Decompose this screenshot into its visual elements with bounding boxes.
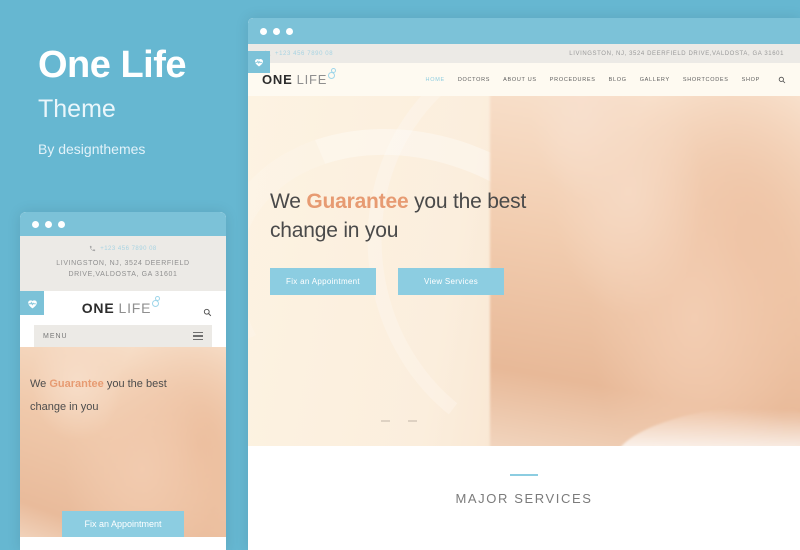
topbar-phone-text: +123 456 7890 08 — [275, 50, 334, 57]
mobile-menu-bar[interactable]: MENU — [34, 325, 212, 347]
mobile-heart-tab[interactable] — [20, 291, 44, 315]
desktop-site-header: ONE LIFE HOME DOCTORS ABOUT US PROCEDURE… — [248, 63, 800, 96]
site-logo[interactable]: ONE LIFE — [262, 68, 340, 87]
section-divider-rule — [510, 474, 538, 476]
window-dot-minimize[interactable] — [273, 27, 280, 35]
mobile-hero-headline-accent: Guarantee — [49, 378, 104, 390]
window-dot-maximize[interactable] — [286, 27, 293, 35]
search-icon — [203, 308, 212, 317]
phone-handset-icon — [90, 245, 96, 252]
mobile-window-dot-minimize[interactable] — [45, 220, 52, 228]
hero-button-group: Fix an Appointment View Services — [270, 267, 570, 295]
mobile-hero-headline: We Guarantee you the best change in you — [30, 373, 210, 419]
mobile-topbar-phone-text: +123 456 7890 08 — [100, 245, 157, 252]
hero-carousel-indicators — [381, 420, 417, 422]
mobile-hero-headline-post: you the best — [103, 378, 167, 390]
window-dot-close[interactable] — [260, 27, 267, 35]
mobile-topbar: +123 456 7890 08 LIVINGSTON, NJ, 3524 DE… — [20, 236, 226, 291]
mobile-hero-headline-line2: change in you — [30, 401, 99, 414]
nav-item-shortcodes[interactable]: SHORTCODES — [683, 77, 729, 83]
mobile-topbar-phone[interactable]: +123 456 7890 08 — [30, 245, 216, 252]
logo-word-one: ONE — [262, 72, 293, 87]
screenshot-root: One Life Theme By designthemes +123 456 … — [0, 0, 800, 550]
desktop-heart-tab[interactable] — [248, 51, 270, 73]
nav-item-gallery[interactable]: GALLERY — [640, 77, 670, 83]
topbar-address: LIVINGSTON, NJ, 3524 DEERFIELD DRIVE,VAL… — [569, 50, 784, 57]
carousel-dot-1[interactable] — [381, 420, 390, 422]
mobile-menu-label: MENU — [43, 332, 68, 340]
hero-headline-pre: We — [270, 190, 307, 213]
nav-item-home[interactable]: HOME — [426, 77, 445, 83]
major-services-title: MAJOR SERVICES — [455, 491, 593, 506]
promo-subtitle: Theme — [38, 94, 116, 123]
mobile-window-titlebar — [20, 212, 226, 236]
promo-title: One Life — [38, 44, 187, 86]
mobile-address-line-2: DRIVE,VALDOSTA, GA 31601 — [68, 270, 178, 278]
mobile-site-header: ONE LIFE — [20, 291, 226, 325]
search-icon — [778, 76, 786, 83]
mobile-hero-headline-pre: We — [30, 378, 50, 390]
mobile-browser-mockup: +123 456 7890 08 LIVINGSTON, NJ, 3524 DE… — [20, 212, 226, 550]
desktop-window-titlebar — [248, 18, 800, 44]
nav-item-procedures[interactable]: PROCEDURES — [550, 77, 596, 83]
mobile-fix-an-appointment-button[interactable]: Fix an Appointment — [62, 511, 184, 537]
mobile-topbar-address: LIVINGSTON, NJ, 3524 DEERFIELD DRIVE,VAL… — [30, 259, 216, 280]
heart-pulse-icon — [255, 59, 263, 67]
mobile-window-dot-close[interactable] — [32, 220, 39, 228]
mobile-site-logo[interactable]: ONE LIFE — [81, 296, 165, 316]
hero-headline-accent: Guarantee — [306, 190, 409, 213]
infinity-rings-icon — [328, 68, 340, 80]
promo-panel: One Life Theme By designthemes — [38, 44, 248, 158]
mobile-window-dot-maximize[interactable] — [58, 220, 65, 228]
hamburger-icon[interactable] — [193, 331, 203, 341]
nav-search-button[interactable] — [778, 76, 786, 84]
desktop-hero-section: We Guarantee you the best change in you … — [248, 96, 800, 446]
promo-byline: By designthemes — [38, 141, 146, 158]
mobile-search-button[interactable] — [203, 304, 212, 322]
mobile-hero-content: We Guarantee you the best change in you — [30, 373, 210, 419]
carousel-dot-2[interactable] — [408, 420, 417, 422]
nav-item-doctors[interactable]: DOCTORS — [458, 77, 490, 83]
nav-item-blog[interactable]: BLOG — [609, 77, 627, 83]
hero-content: We Guarantee you the best change in you … — [270, 188, 570, 295]
mobile-logo-word-life: LIFE — [118, 300, 152, 316]
mobile-address-line-1: LIVINGSTON, NJ, 3524 DEERFIELD — [56, 260, 190, 267]
fix-an-appointment-button[interactable]: Fix an Appointment — [270, 267, 376, 295]
desktop-browser-mockup: +123 456 7890 08 LIVINGSTON, NJ, 3524 DE… — [248, 18, 800, 550]
mobile-logo-word-one: ONE — [81, 300, 115, 316]
mobile-hero-section: We Guarantee you the best change in you … — [20, 347, 226, 537]
topbar-phone[interactable]: +123 456 7890 08 — [264, 50, 333, 57]
logo-word-life: LIFE — [296, 72, 328, 87]
desktop-topbar: +123 456 7890 08 LIVINGSTON, NJ, 3524 DE… — [248, 44, 800, 63]
heart-pulse-icon — [27, 299, 37, 308]
nav-item-about-us[interactable]: ABOUT US — [503, 77, 537, 83]
hero-headline-post: you the best — [408, 190, 527, 213]
hero-headline-line2: change in you — [270, 218, 399, 242]
nav-item-shop[interactable]: SHOP — [742, 77, 760, 83]
view-services-button[interactable]: View Services — [398, 267, 504, 295]
major-services-section: MAJOR SERVICES — [248, 446, 800, 550]
desktop-main-nav: HOME DOCTORS ABOUT US PROCEDURES BLOG GA… — [426, 76, 786, 84]
hero-headline: We Guarantee you the best change in you — [270, 188, 570, 246]
infinity-rings-icon — [152, 296, 164, 308]
